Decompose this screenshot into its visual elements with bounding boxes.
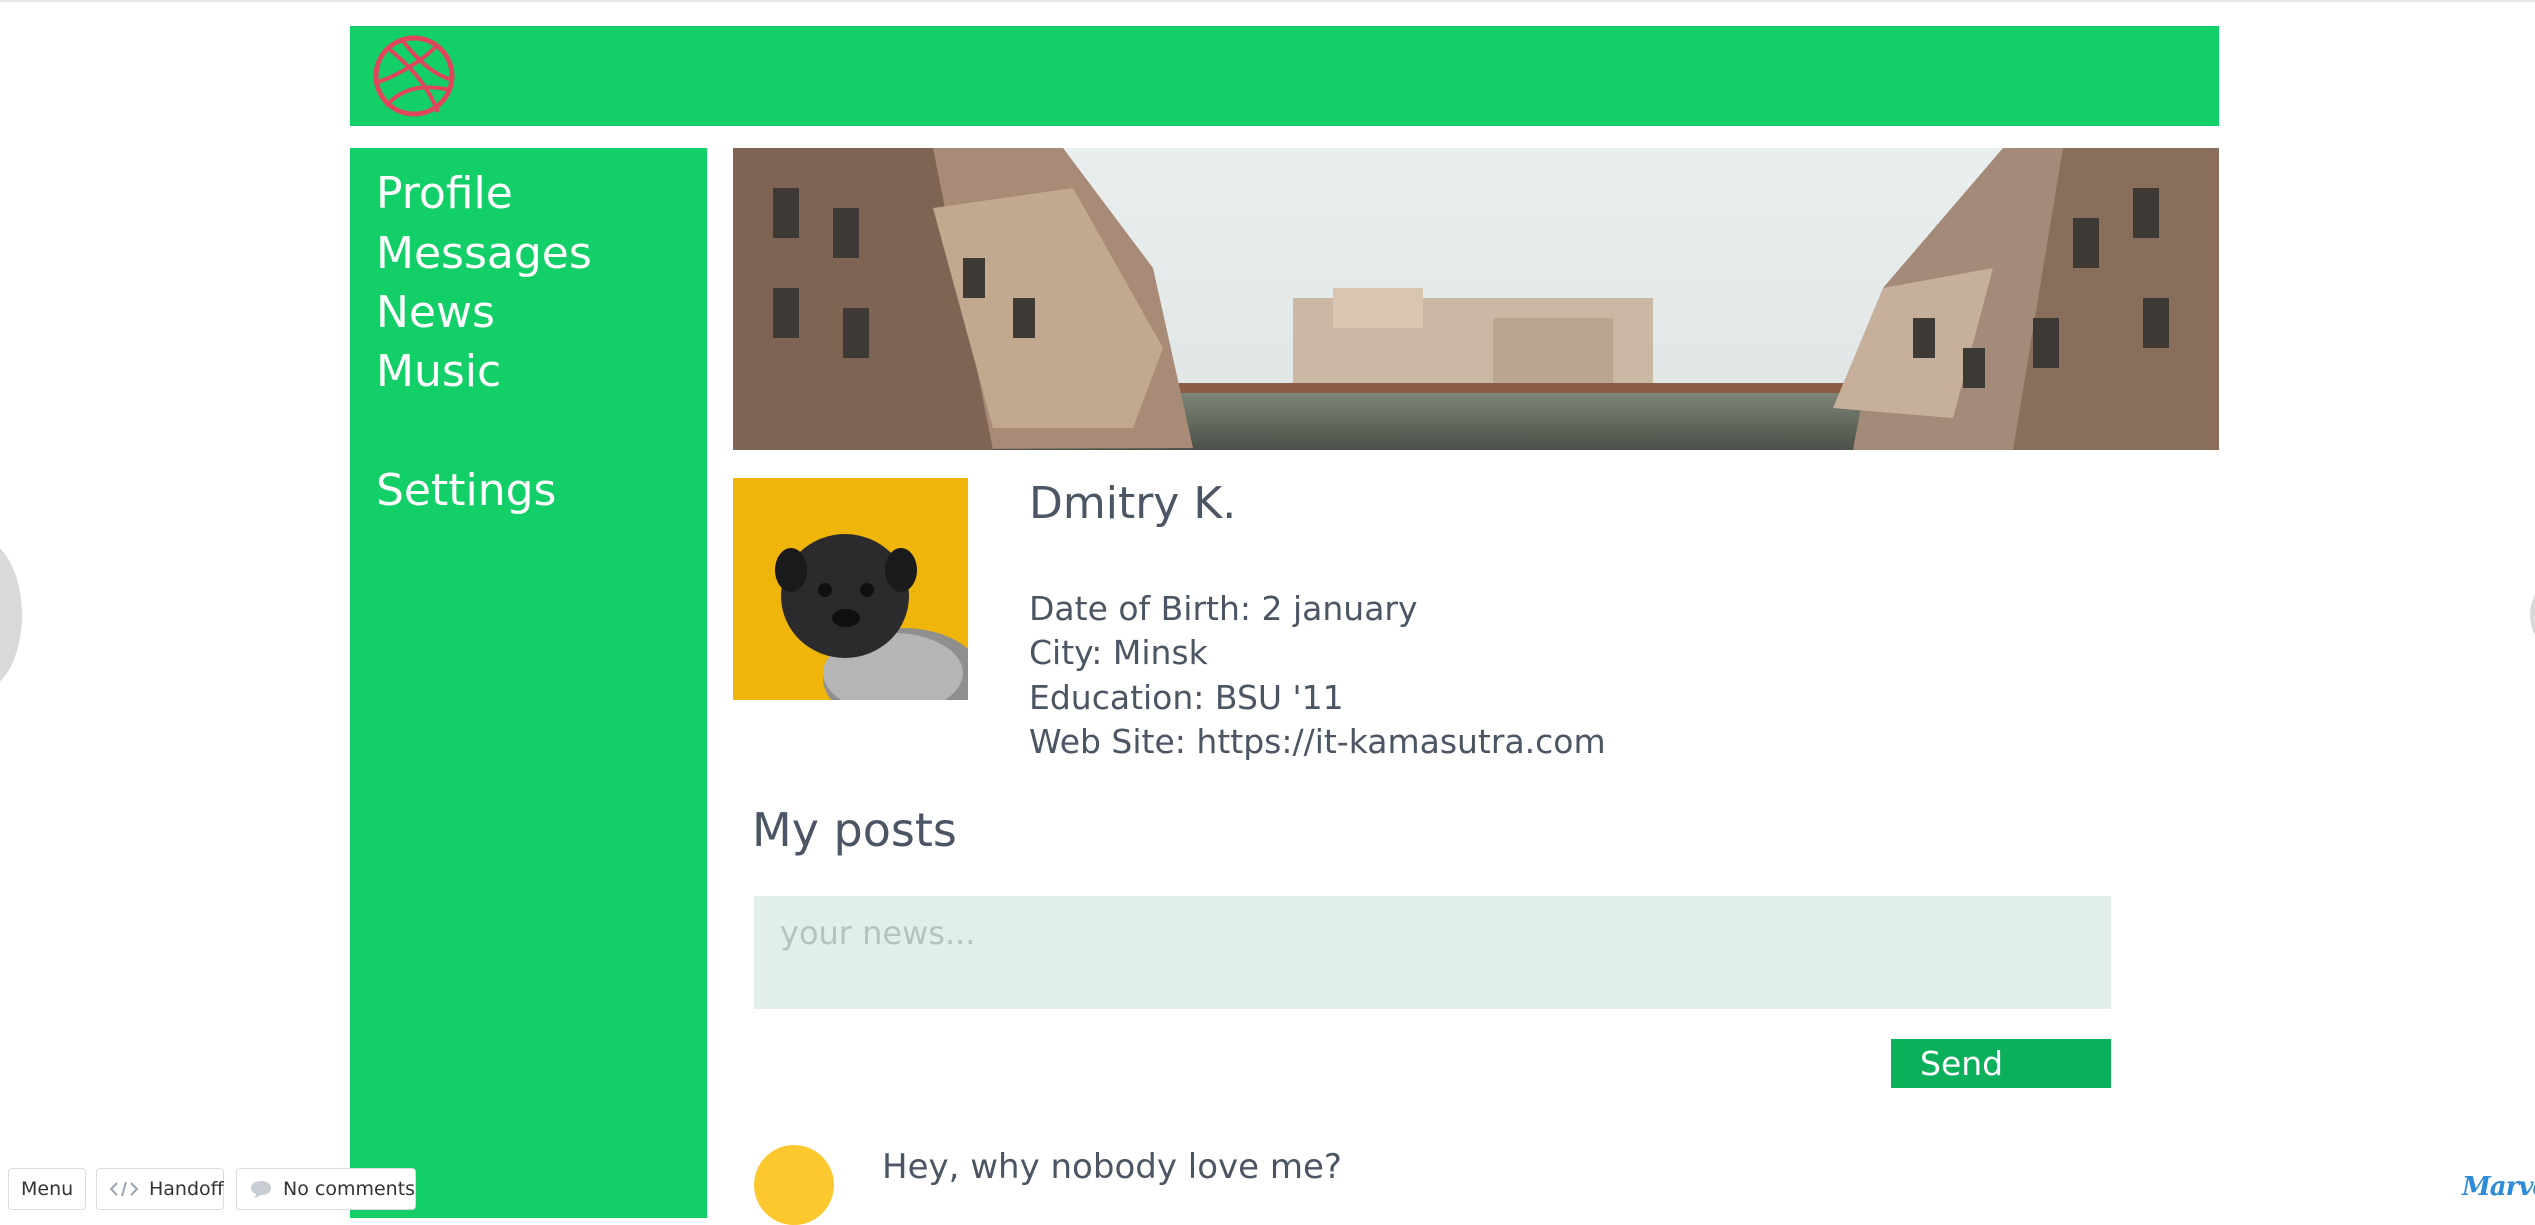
sidebar-item-news[interactable]: News xyxy=(376,291,495,335)
sidebar-item-music[interactable]: Music xyxy=(376,350,501,394)
marvel-logo[interactable]: Marvel xyxy=(2462,1172,2535,1202)
sidebar-item-settings[interactable]: Settings xyxy=(376,469,556,513)
code-icon xyxy=(109,1180,139,1198)
prev-screen-button[interactable] xyxy=(0,540,22,690)
handoff-button[interactable]: Handoff xyxy=(96,1168,224,1210)
handoff-label: Handoff xyxy=(149,1178,224,1200)
comment-icon xyxy=(249,1179,273,1199)
news-input[interactable] xyxy=(754,896,2111,1009)
profile-banner-image xyxy=(733,148,2219,450)
menu-label: Menu xyxy=(21,1178,74,1200)
profile-city: City: Minsk xyxy=(1029,633,1208,672)
menu-button[interactable]: Menu xyxy=(8,1168,86,1210)
profile-date-of-birth: Date of Birth: 2 january xyxy=(1029,589,1418,628)
comments-label: No comments xyxy=(283,1178,416,1200)
profile-education: Education: BSU '11 xyxy=(1029,678,1344,717)
profile-website: Web Site: https://it-kamasutra.com xyxy=(1029,722,1606,761)
posts-title: My posts xyxy=(752,803,957,857)
profile-name: Dmitry K. xyxy=(1029,478,1237,529)
sidebar-item-profile[interactable]: Profile xyxy=(376,172,513,216)
send-button[interactable]: Send xyxy=(1891,1039,2111,1088)
post-avatar xyxy=(754,1145,834,1225)
sidebar-item-messages[interactable]: Messages xyxy=(376,232,592,276)
top-divider xyxy=(0,0,2535,2)
dribbble-ball-icon[interactable] xyxy=(372,34,456,118)
profile-avatar xyxy=(733,478,968,700)
post-text: Hey, why nobody love me? xyxy=(882,1147,1342,1187)
next-screen-button[interactable] xyxy=(2530,585,2535,645)
header-bar xyxy=(350,26,2219,126)
comments-button[interactable]: No comments xyxy=(236,1168,416,1210)
sidebar-nav: Profile Messages News Music Settings xyxy=(350,148,707,1218)
